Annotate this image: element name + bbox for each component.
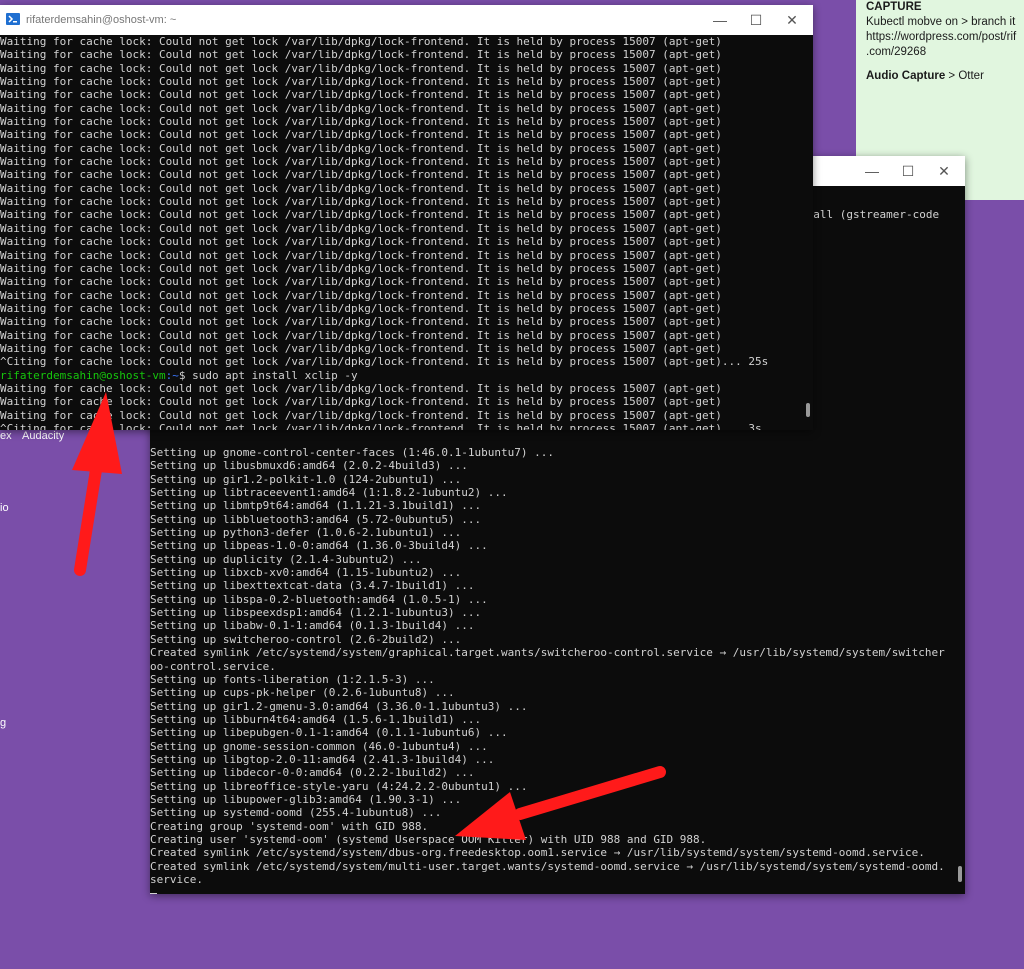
terminal-line: Setting up libxcb-xv0:amd64 (1.15-1ubunt… — [150, 566, 462, 580]
desktop-label-g[interactable]: g — [0, 717, 6, 729]
terminal-output-front[interactable]: Waiting for cache lock: Could not get lo… — [0, 35, 799, 430]
terminal-line: Creating user 'systemd-oom' (systemd Use… — [150, 832, 707, 846]
terminal-line: Waiting for cache lock: Could not get lo… — [0, 208, 722, 222]
titlebar-front[interactable]: rifaterdemsahin@oshost-vm: ~ — ☐ ✕ — [0, 5, 813, 35]
terminal-icon — [6, 13, 22, 27]
terminal-line: Waiting for cache lock: Could not get lo… — [0, 328, 722, 342]
terminal-line: service. — [150, 873, 203, 886]
terminal-line: Waiting for cache lock: Could not get lo… — [0, 195, 722, 209]
terminal-line: Setting up libpeas-1.0-0:amd64 (1.36.0-3… — [150, 539, 488, 553]
terminal-line: Waiting for cache lock: Could not get lo… — [0, 301, 722, 315]
terminal-line: Creating group 'systemd-oom' with GID 98… — [150, 819, 429, 833]
maximize-button[interactable]: ☐ — [895, 160, 921, 182]
terminal-line: Setting up libgtop-2.0-11:amd64 (2.41.3-… — [150, 752, 495, 766]
terminal-line: rifaterdemsahin@oshost-vm:~$ sudo apt in… — [0, 369, 799, 382]
minimize-button[interactable]: — — [859, 160, 885, 182]
note-audio-bold: Audio Capture — [866, 70, 946, 82]
terminal-line: Waiting for cache lock: Could not get lo… — [0, 168, 722, 182]
terminal-line: Setting up gir1.2-polkit-1.0 (124-2ubunt… — [150, 472, 462, 486]
terminal-line: Waiting for cache lock: Could not get lo… — [0, 115, 722, 129]
terminal-line: Setting up libtraceevent1:amd64 (1:1.8.2… — [150, 486, 508, 500]
terminal-line: Setting up libepubgen-0.1-1:amd64 (0.1.1… — [150, 726, 508, 740]
terminal-line: Setting up gnome-control-center-faces (1… — [150, 446, 554, 459]
terminal-line: Waiting for cache lock: Could not get lo… — [0, 288, 722, 302]
note-audio-line: Audio Capture > Otter — [866, 69, 1024, 84]
terminal-line: Waiting for cache lock: Could not get lo… — [0, 155, 722, 169]
terminal-line: Setting up libspeexdsp1:amd64 (1.2.1-1ub… — [150, 606, 482, 620]
terminal-line: Setting up libupower-glib3:amd64 (1.90.3… — [150, 792, 462, 806]
terminal-line: Waiting for cache lock: Could not get lo… — [0, 275, 722, 289]
terminal-line: Setting up libdecor-0-0:amd64 (0.2.2-1bu… — [150, 766, 475, 780]
terminal-line: Waiting for cache lock: Could not get lo… — [0, 128, 722, 142]
terminal-line: Setting up libreoffice-style-yaru (4:24.… — [150, 779, 528, 793]
desktop-label-ex[interactable]: ex — [0, 430, 12, 442]
terminal-line: Waiting for cache lock: Could not get lo… — [0, 261, 722, 275]
terminal-line: Setting up switcheroo-control (2.6-2buil… — [150, 632, 462, 646]
note-audio-rest: > Otter — [945, 70, 984, 82]
desktop-label-audacity[interactable]: Audacity — [22, 430, 64, 442]
terminal-line: Waiting for cache lock: Could not get lo… — [0, 141, 722, 155]
terminal-line: Setting up duplicity (2.1.4-3ubuntu2) ..… — [150, 552, 422, 566]
terminal-line: Waiting for cache lock: Could not get lo… — [0, 341, 722, 355]
terminal-cursor-line — [150, 886, 951, 894]
terminal-line: Waiting for cache lock: Could not get lo… — [0, 408, 722, 422]
note-title: CAPTURE — [866, 1, 922, 13]
terminal-line: Created symlink /etc/systemd/system/grap… — [150, 646, 945, 660]
scrollbar-front[interactable] — [806, 403, 810, 417]
terminal-line: Waiting for cache lock: Could not get lo… — [0, 221, 722, 235]
desktop-label-io[interactable]: io — [0, 502, 9, 514]
minimize-button[interactable]: — — [707, 9, 733, 31]
terminal-window-front[interactable]: rifaterdemsahin@oshost-vm: ~ — ☐ ✕ Waiti… — [0, 5, 813, 430]
maximize-button[interactable]: ☐ — [743, 9, 769, 31]
terminal-line: Setting up gnome-session-common (46.0-1u… — [150, 739, 488, 753]
note-link[interactable]: https://wordpress.com/post/rif — [866, 30, 1024, 45]
terminal-line: Created symlink /etc/systemd/system/dbus… — [150, 846, 925, 860]
terminal-line: Created symlink /etc/systemd/system/mult… — [150, 859, 945, 873]
cursor — [150, 893, 157, 894]
note-line: Kubectl mobve on > branch it — [866, 16, 1016, 28]
terminal-line: Setting up fonts-liberation (1:2.1.5-3) … — [150, 672, 435, 686]
terminal-line: oo-control.service. — [150, 659, 276, 673]
terminal-line: Waiting for cache lock: Could not get lo… — [0, 48, 722, 62]
terminal-line: Setting up libbluetooth3:amd64 (5.72-0ub… — [150, 512, 482, 526]
terminal-line: Waiting for cache lock: Could not get lo… — [0, 315, 722, 329]
terminal-line: Waiting for cache lock: Could not get lo… — [0, 381, 722, 395]
terminal-line: Waiting for cache lock: Could not get lo… — [0, 235, 722, 249]
terminal-line: Setting up gir1.2-gmenu-3.0:amd64 (3.36.… — [150, 699, 528, 713]
terminal-line: Waiting for cache lock: Could not get lo… — [0, 88, 722, 102]
terminal-line: Setting up systemd-oomd (255.4-1ubuntu8)… — [150, 806, 442, 820]
prompt-user: rifaterdemsahin@oshost-vm — [0, 368, 166, 382]
close-button[interactable]: ✕ — [779, 9, 805, 31]
terminal-line: Setting up libspa-0.2-bluetooth:amd64 (1… — [150, 592, 488, 606]
terminal-output-back-lower[interactable]: Setting up gnome-control-center-faces (1… — [150, 446, 951, 894]
terminal-line: Waiting for cache lock: Could not get lo… — [0, 181, 722, 195]
window-title: rifaterdemsahin@oshost-vm: ~ — [26, 14, 177, 26]
terminal-line: Waiting for cache lock: Could not get lo… — [0, 248, 722, 262]
terminal-line: Setting up libburn4t64:amd64 (1.5.6-1.1b… — [150, 712, 482, 726]
terminal-line: Setting up python3-defer (1.0.6-2.1ubunt… — [150, 526, 462, 540]
note-line: .com/29268 — [866, 46, 927, 58]
terminal-line: Setting up libexttextcat-data (3.4.7-1bu… — [150, 579, 475, 593]
terminal-line: Setting up libusbmuxd6:amd64 (2.0.2-4bui… — [150, 459, 468, 473]
terminal-line: Setting up libmtp9t64:amd64 (1.1.21-3.1b… — [150, 499, 482, 513]
close-button[interactable]: ✕ — [931, 160, 957, 182]
terminal-line: Setting up cups-pk-helper (0.2.6-1ubuntu… — [150, 686, 455, 700]
terminal-line: Setting up libabw-0.1-1:amd64 (0.1.3-1bu… — [150, 619, 475, 633]
terminal-line: ^Citing for cache lock: Could not get lo… — [0, 421, 762, 430]
terminal-line: Waiting for cache lock: Could not get lo… — [0, 101, 722, 115]
terminal-line: ^Citing for cache lock: Could not get lo… — [0, 355, 769, 369]
terminal-line: Waiting for cache lock: Could not get lo… — [0, 75, 722, 89]
prompt-path: :~ — [165, 368, 179, 382]
terminal-line: Waiting for cache lock: Could not get lo… — [0, 35, 722, 48]
terminal-line: Waiting for cache lock: Could not get lo… — [0, 61, 722, 75]
prompt-command: $ sudo apt install xclip -y — [178, 368, 358, 382]
terminal-line: Waiting for cache lock: Could not get lo… — [0, 395, 722, 409]
scrollbar-back[interactable] — [958, 866, 962, 882]
